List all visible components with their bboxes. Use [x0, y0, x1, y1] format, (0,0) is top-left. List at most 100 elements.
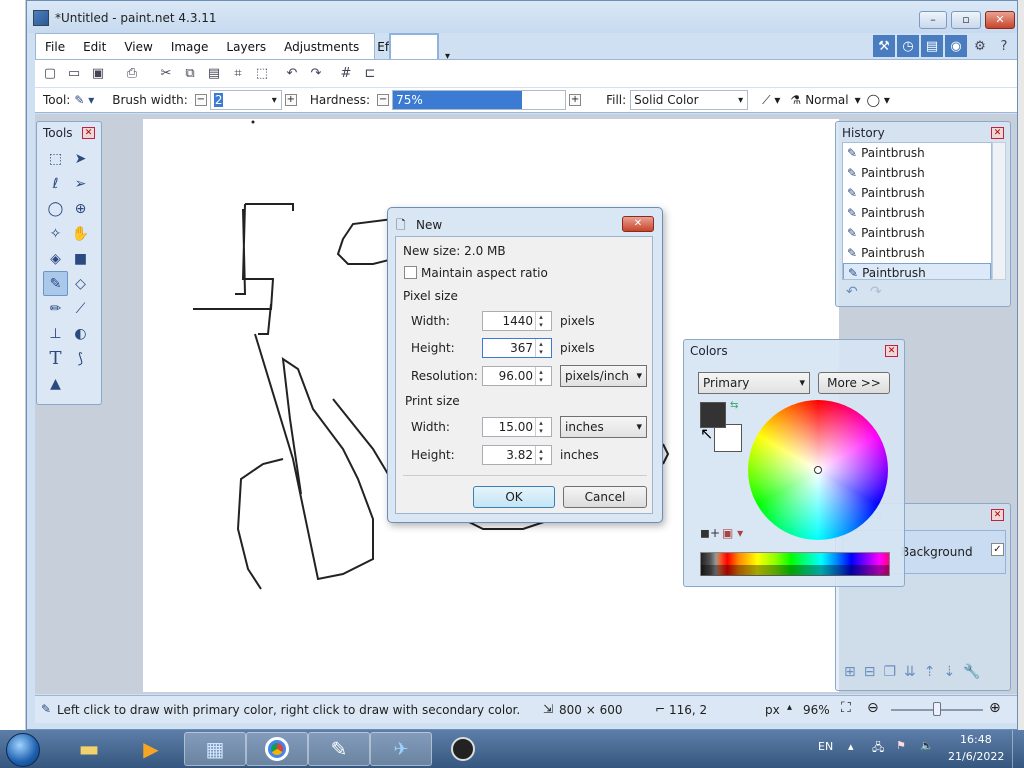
- pan-hand-icon[interactable]: ✋: [68, 221, 93, 246]
- brush-width-decrease-icon[interactable]: −: [194, 94, 207, 106]
- color-mode-select[interactable]: Primary: [698, 372, 810, 394]
- ruler-icon[interactable]: ⊏: [359, 63, 381, 85]
- network-icon[interactable]: 🖧: [872, 739, 884, 758]
- maintain-aspect-checkbox[interactable]: [404, 266, 417, 279]
- rectangle-select-icon[interactable]: ⬚: [43, 146, 68, 171]
- paintbrush-icon[interactable]: ✎: [43, 271, 68, 296]
- history-item-selected[interactable]: ✎ Paintbrush: [843, 263, 991, 279]
- line-curve-icon[interactable]: ⟆: [68, 346, 93, 371]
- title-bar[interactable]: *Untitled - paint.net 4.3.11 – ▫ ✕: [27, 1, 1017, 33]
- hardness-slider[interactable]: 75%: [392, 90, 567, 110]
- layers-panel-close-icon[interactable]: ✕: [991, 509, 1004, 521]
- brush-width-increase-icon[interactable]: +: [284, 94, 297, 106]
- color-palette[interactable]: [700, 552, 890, 576]
- unit-select[interactable]: px: [765, 703, 780, 717]
- menu-image[interactable]: Image: [162, 40, 218, 54]
- move-selection-icon[interactable]: ➢: [68, 171, 93, 196]
- height-input[interactable]: 367: [482, 338, 552, 358]
- paste-icon[interactable]: ▤: [203, 63, 225, 85]
- cut-icon[interactable]: ✂: [155, 63, 177, 85]
- history-panel-close-icon[interactable]: ✕: [991, 127, 1004, 139]
- settings-gear-icon[interactable]: ⚙: [969, 35, 991, 57]
- history-item[interactable]: ✎ Paintbrush: [843, 183, 991, 203]
- resolution-input[interactable]: 96.00: [482, 366, 552, 386]
- history-item[interactable]: ✎ Paintbrush: [843, 203, 991, 223]
- hardness-decrease-icon[interactable]: −: [377, 94, 390, 106]
- history-scrollbar[interactable]: [992, 142, 1006, 280]
- merge-layer-icon[interactable]: ⇊: [904, 664, 916, 680]
- color-picker-icon[interactable]: ⟋: [68, 296, 93, 321]
- history-window-icon[interactable]: ◷: [897, 35, 919, 57]
- deselect-icon[interactable]: ⬚: [251, 63, 273, 85]
- cancel-button[interactable]: Cancel: [563, 486, 647, 508]
- layers-window-icon[interactable]: ▤: [921, 35, 943, 57]
- volume-icon[interactable]: 🔈: [920, 739, 934, 752]
- move-selected-icon[interactable]: ➤: [68, 146, 93, 171]
- new-file-icon[interactable]: ▢: [39, 63, 61, 85]
- menu-view[interactable]: View: [115, 40, 161, 54]
- menu-layers[interactable]: Layers: [217, 40, 275, 54]
- taskbar-paintnet[interactable]: ✎: [308, 732, 370, 766]
- paint-bucket-icon[interactable]: ◈: [43, 246, 68, 271]
- duplicate-layer-icon[interactable]: ❐: [883, 664, 896, 680]
- print-width-input[interactable]: 15.00: [482, 417, 552, 437]
- shapes-icon[interactable]: ▲: [43, 371, 68, 396]
- blend-mode-select[interactable]: Normal: [805, 93, 848, 107]
- zoom-slider-thumb[interactable]: [933, 702, 941, 716]
- paintnet-app-icon[interactable]: [33, 10, 49, 26]
- show-desktop-button[interactable]: [1012, 730, 1024, 768]
- hardness-increase-icon[interactable]: +: [569, 94, 582, 106]
- history-item[interactable]: ✎ Paintbrush: [843, 243, 991, 263]
- crop-icon[interactable]: ⌗: [227, 63, 249, 85]
- save-icon[interactable]: ▣: [87, 63, 109, 85]
- layer-properties-icon[interactable]: 🔧: [963, 664, 980, 680]
- colors-panel-close-icon[interactable]: ✕: [885, 345, 898, 357]
- close-button[interactable]: ✕: [985, 11, 1015, 29]
- history-item[interactable]: ✎ Paintbrush: [843, 163, 991, 183]
- help-icon[interactable]: ?: [993, 35, 1015, 57]
- taskbar-chrome[interactable]: [246, 732, 308, 766]
- delete-layer-icon[interactable]: ⊟: [864, 664, 876, 680]
- swap-colors-icon[interactable]: ⇆: [730, 400, 738, 411]
- zoom-icon[interactable]: ⊕: [68, 196, 93, 221]
- history-item[interactable]: ✎ Paintbrush: [843, 143, 991, 163]
- clock-date[interactable]: 21/6/2022: [948, 750, 1004, 763]
- menu-edit[interactable]: Edit: [74, 40, 115, 54]
- text-tool-icon[interactable]: T: [43, 346, 68, 371]
- print-height-input[interactable]: 3.82: [482, 445, 552, 465]
- maximize-button[interactable]: ▫: [951, 11, 981, 29]
- color-wheel-handle[interactable]: [814, 466, 822, 474]
- eraser-icon[interactable]: ◇: [68, 271, 93, 296]
- zoom-to-window-icon[interactable]: ⛶: [841, 700, 851, 716]
- ok-button[interactable]: OK: [473, 486, 555, 508]
- start-button[interactable]: [6, 733, 40, 767]
- history-redo-icon[interactable]: ↷: [870, 284, 882, 300]
- dialog-close-button[interactable]: ✕: [622, 216, 654, 232]
- secondary-color-swatch[interactable]: [714, 424, 742, 452]
- clock-time[interactable]: 16:48: [960, 733, 992, 746]
- open-file-icon[interactable]: ▭: [63, 63, 85, 85]
- pencil-icon[interactable]: ✏: [43, 296, 68, 321]
- selection-clipping-icon[interactable]: ◯ ▾: [867, 93, 890, 107]
- taskbar-obs[interactable]: [432, 732, 494, 766]
- zoom-level[interactable]: 96%: [803, 703, 830, 717]
- lasso-select-icon[interactable]: ℓ: [43, 171, 68, 196]
- layer-visible-checkbox[interactable]: ✓: [991, 543, 1004, 556]
- taskbar-control-panel[interactable]: ▦: [184, 732, 246, 766]
- palette-menu-icon[interactable]: ▣ ▾: [722, 526, 743, 540]
- grid-icon[interactable]: #: [335, 63, 357, 85]
- history-item[interactable]: ✎ Paintbrush: [843, 223, 991, 243]
- recolor-icon[interactable]: ◐: [68, 321, 93, 346]
- width-input[interactable]: 1440: [482, 311, 552, 331]
- add-layer-icon[interactable]: ⊞: [844, 664, 856, 680]
- antialiasing-icon[interactable]: ⟋ ▾: [762, 93, 780, 108]
- add-to-palette-icon[interactable]: ◼+: [700, 526, 720, 540]
- print-icon[interactable]: ⎙: [121, 63, 143, 85]
- copy-icon[interactable]: ⧉: [179, 63, 201, 85]
- fill-select[interactable]: Solid Color: [630, 90, 749, 110]
- clone-stamp-icon[interactable]: ⊥: [43, 321, 68, 346]
- zoom-out-icon[interactable]: ⊖: [867, 700, 879, 716]
- resolution-unit-select[interactable]: pixels/inch: [560, 365, 647, 387]
- blend-mode-dropdown-icon[interactable]: ▾: [855, 93, 861, 107]
- ellipse-select-icon[interactable]: ◯: [43, 196, 68, 221]
